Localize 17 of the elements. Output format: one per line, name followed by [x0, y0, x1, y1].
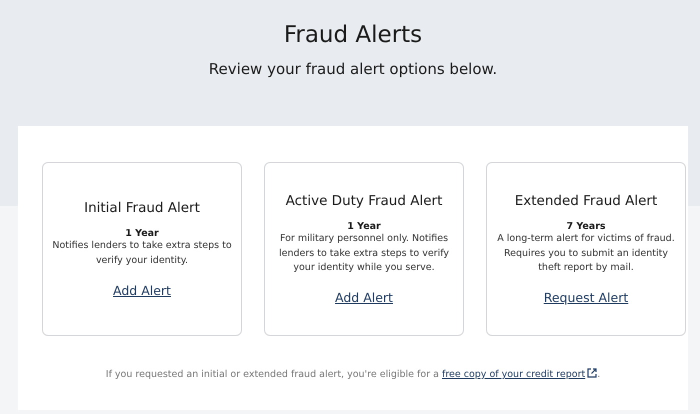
footnote: If you requested an initial or extended fraud alert, you're eligible for a free copy of your credit report . [104, 368, 602, 380]
card-duration: 7 Years [566, 220, 606, 232]
card-duration: 1 Year [125, 228, 159, 240]
card-title: Extended Fraud Alert [514, 192, 658, 209]
card-title: Initial Fraud Alert [84, 200, 200, 216]
card-description: For military personnel only. Notifies lenders to take extra steps to verify your identity while you serve. [278, 232, 450, 276]
card-description: A long-term alert for victims of fraud. Requires you to submit an identity theft report by mail. [496, 232, 676, 276]
card-title: Active Duty Fraud Alert [286, 192, 442, 209]
card-duration: 1 Year [347, 220, 381, 232]
page-subtitle: Review your fraud alert options below. [208, 60, 498, 78]
alert-link[interactable]: Add Alert [335, 290, 393, 306]
external-link-icon [587, 368, 598, 378]
alert-link[interactable]: Add Alert [113, 282, 171, 298]
card-description: Notifies lenders to take extra steps to verify your identity. [51, 239, 233, 268]
credit-report-link[interactable]: free copy of your credit report [442, 369, 586, 380]
page-title: Fraud Alerts [282, 22, 424, 48]
alert-link[interactable]: Request Alert [544, 290, 628, 306]
